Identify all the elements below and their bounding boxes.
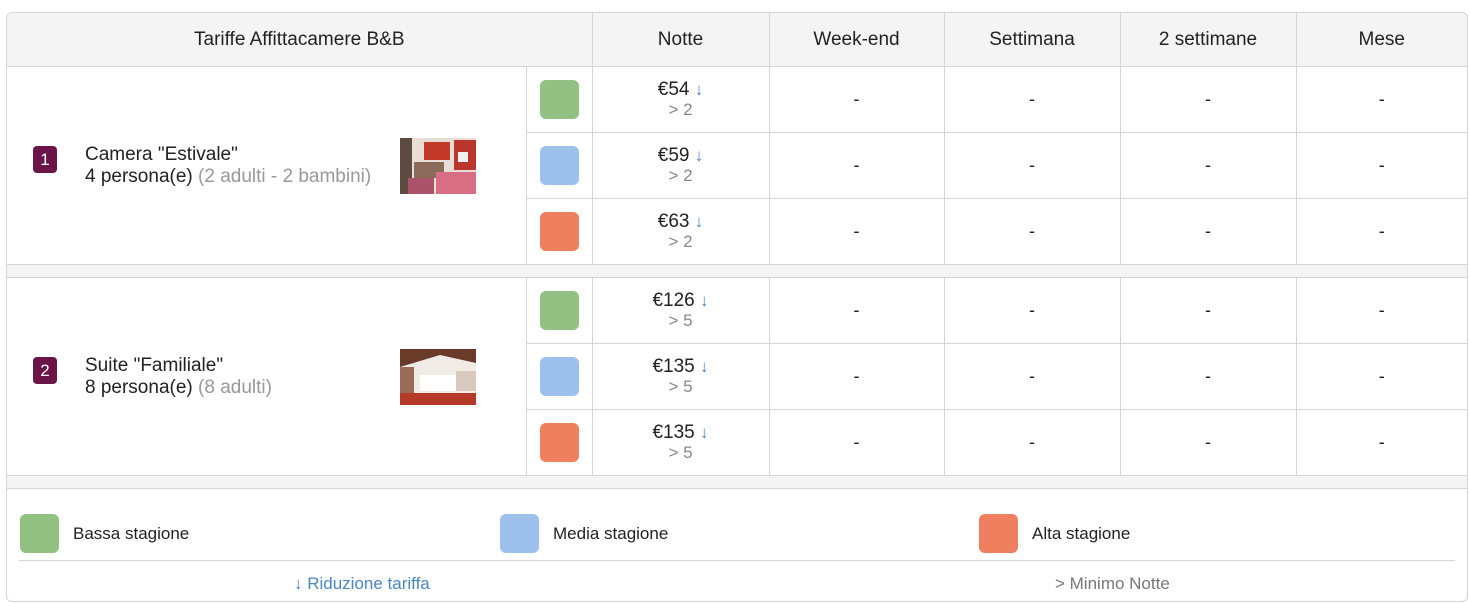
- weekend-price: -: [768, 343, 945, 410]
- legend-high-season: Alta stagione: [979, 514, 1130, 553]
- night-price: €63 ↓ > 2: [591, 198, 770, 265]
- mid-season-swatch: [500, 514, 539, 553]
- room-occupancy-detail: (2 adulti - 2 bambini): [198, 165, 372, 187]
- room-photo-icon[interactable]: [399, 348, 476, 405]
- month-price: -: [1295, 66, 1467, 133]
- min-nights: > 2: [668, 99, 693, 119]
- season-cell: [526, 132, 593, 199]
- month-price: -: [1295, 409, 1467, 476]
- room-capacity: 8 persona(e): [85, 376, 193, 398]
- room-info: 2 Suite "Familiale" 8 persona(e) (8 adul…: [7, 277, 527, 476]
- legend-reduction-note: ↓ Riduzione tariffa: [294, 574, 430, 593]
- week-price: -: [943, 198, 1121, 265]
- high-season-swatch: [539, 212, 579, 251]
- column-header: Settimana: [943, 13, 1121, 67]
- legend-divider: [19, 560, 1455, 561]
- column-header: Mese: [1295, 13, 1467, 67]
- week-price: -: [943, 277, 1121, 344]
- low-season-swatch: [539, 291, 579, 330]
- month-price: -: [1295, 343, 1467, 410]
- season-cell: [526, 198, 593, 265]
- weekend-price: -: [768, 66, 945, 133]
- rates-panel: Tariffe Affittacamere B&B Notte Week-end…: [6, 12, 1468, 602]
- room-name[interactable]: Camera "Estivale": [85, 144, 375, 166]
- reduction-arrow-icon[interactable]: ↓: [700, 423, 709, 442]
- room-capacity: 4 persona(e): [85, 165, 193, 187]
- high-season-swatch: [979, 514, 1018, 553]
- table-header: Tariffe Affittacamere B&B Notte Week-end…: [7, 13, 1467, 67]
- row-separator: [7, 264, 1467, 278]
- month-price: -: [1295, 277, 1467, 344]
- weekend-price: -: [768, 198, 945, 265]
- reduction-arrow-icon[interactable]: ↓: [700, 357, 709, 376]
- column-header: Week-end: [768, 13, 945, 67]
- low-season-swatch: [539, 80, 579, 119]
- month-price: -: [1295, 132, 1467, 199]
- legend-label: Alta stagione: [1032, 523, 1131, 543]
- night-price: €54 ↓ > 2: [591, 66, 770, 133]
- night-price: €135 ↓ > 5: [591, 343, 770, 410]
- rates-table: Tariffe Affittacamere B&B Notte Week-end…: [7, 13, 1467, 489]
- reduction-arrow-icon[interactable]: ↓: [695, 80, 704, 99]
- min-nights: > 5: [668, 376, 693, 396]
- legend-min-nights-note: > Minimo Notte: [1055, 574, 1170, 593]
- table-title: Tariffe Affittacamere B&B: [7, 13, 593, 67]
- reduction-arrow-icon[interactable]: ↓: [695, 146, 704, 165]
- week-price: -: [943, 132, 1121, 199]
- night-price: €59 ↓ > 2: [591, 132, 770, 199]
- high-season-swatch: [539, 423, 579, 462]
- legend-low-season: Bassa stagione: [20, 514, 189, 553]
- two-weeks-price: -: [1119, 409, 1297, 476]
- column-header: Notte: [591, 13, 770, 67]
- weekend-price: -: [768, 277, 945, 344]
- reduction-arrow-icon[interactable]: ↓: [700, 291, 709, 310]
- legend-label: Bassa stagione: [73, 523, 190, 543]
- min-nights: > 5: [668, 442, 693, 462]
- legend-label: Media stagione: [553, 523, 669, 543]
- room-number-badge: 1: [33, 145, 57, 173]
- legend: Bassa stagione Media stagione Alta stagi…: [7, 494, 1467, 601]
- room-number-badge: 2: [33, 356, 57, 384]
- mid-season-swatch: [539, 146, 579, 185]
- mid-season-swatch: [539, 357, 579, 396]
- two-weeks-price: -: [1119, 343, 1297, 410]
- two-weeks-price: -: [1119, 132, 1297, 199]
- two-weeks-price: -: [1119, 277, 1297, 344]
- room-occupancy-detail: (8 adulti): [198, 376, 272, 398]
- reduction-arrow-icon[interactable]: ↓: [695, 212, 704, 231]
- two-weeks-price: -: [1119, 66, 1297, 133]
- week-price: -: [943, 66, 1121, 133]
- min-nights: > 2: [668, 165, 693, 185]
- season-cell: [526, 343, 593, 410]
- room-info: 1 Camera "Estivale" 4 persona(e) (2 adul…: [7, 66, 527, 265]
- season-cell: [525, 277, 593, 344]
- night-price: €135 ↓ > 5: [591, 409, 770, 476]
- table-row: 1 Camera "Estivale" 4 persona(e) (2 adul…: [7, 66, 1467, 265]
- season-cell: [526, 409, 593, 476]
- room-photo-icon[interactable]: [399, 137, 476, 194]
- table-row: 2 Suite "Familiale" 8 persona(e) (8 adul…: [7, 277, 1467, 476]
- column-header: 2 settimane: [1119, 13, 1297, 67]
- low-season-swatch: [20, 514, 59, 553]
- room-name[interactable]: Suite "Familiale": [85, 355, 375, 377]
- two-weeks-price: -: [1119, 198, 1297, 265]
- row-separator: [7, 475, 1467, 489]
- month-price: -: [1295, 198, 1467, 265]
- min-nights: > 5: [668, 310, 693, 330]
- weekend-price: -: [768, 132, 945, 199]
- week-price: -: [943, 409, 1121, 476]
- week-price: -: [943, 343, 1121, 410]
- legend-mid-season: Media stagione: [500, 514, 668, 553]
- season-cell: [525, 66, 593, 133]
- min-nights: > 2: [668, 231, 693, 251]
- weekend-price: -: [768, 409, 945, 476]
- night-price: €126 ↓ > 5: [591, 277, 770, 344]
